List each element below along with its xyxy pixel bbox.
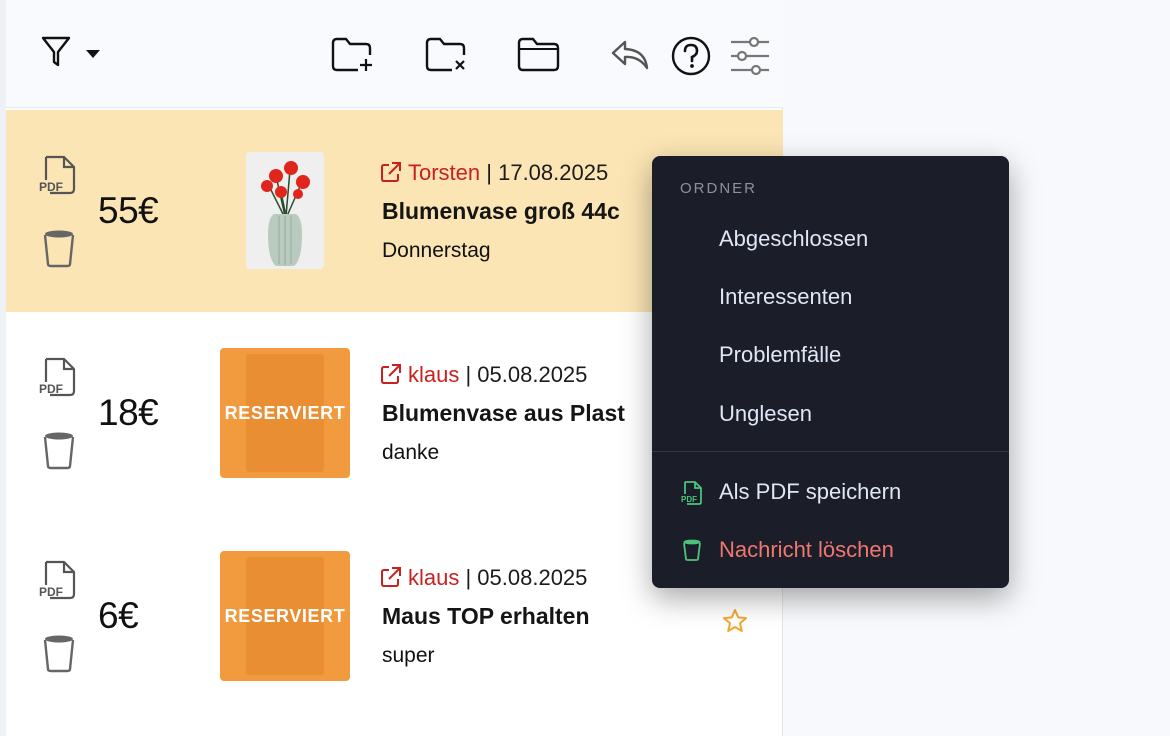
menu-section-header: ORDNER xyxy=(680,180,758,197)
star-icon[interactable] xyxy=(722,608,748,634)
price: 55€ xyxy=(98,190,159,231)
pdf-save-icon-label: PDF xyxy=(681,495,697,504)
folder-add-icon[interactable] xyxy=(330,35,376,73)
folder-context-menu: ORDNER Abgeschlossen Interessenten Probl… xyxy=(652,156,1009,588)
menu-item-folder[interactable]: Problemfälle xyxy=(719,342,841,368)
reserved-badge: RESERVIERT xyxy=(224,606,346,626)
sender-link[interactable]: Torsten xyxy=(408,160,480,185)
message-meta: klaus | 05.08.2025 xyxy=(380,565,587,591)
menu-item-folder[interactable]: Unglesen xyxy=(719,401,812,427)
sender-link[interactable]: klaus xyxy=(408,565,459,590)
external-link-icon[interactable] xyxy=(380,566,402,588)
menu-item-folder[interactable]: Abgeschlossen xyxy=(719,226,868,252)
price: 6€ xyxy=(98,595,139,636)
message-date: | 05.08.2025 xyxy=(459,565,588,590)
pdf-document-label: PDF xyxy=(39,382,63,396)
folder-remove-icon[interactable] xyxy=(424,35,470,73)
message-meta: klaus | 05.08.2025 xyxy=(380,362,587,388)
settings-sliders-icon[interactable] xyxy=(728,36,772,76)
message-meta: Torsten | 17.08.2025 xyxy=(380,160,608,186)
red-flowers-vase-image xyxy=(246,152,324,269)
listing-thumbnail[interactable] xyxy=(246,152,324,269)
help-icon[interactable] xyxy=(670,35,712,77)
filter-icon[interactable] xyxy=(40,35,72,69)
listing-thumbnail[interactable]: RESERVIERT xyxy=(220,551,350,681)
pdf-document-label: PDF xyxy=(39,585,63,599)
delete-message-item[interactable]: Nachricht löschen xyxy=(719,537,894,563)
external-link-icon[interactable] xyxy=(380,363,402,385)
save-as-pdf-item[interactable]: Als PDF speichern xyxy=(719,479,901,505)
listing-title: Blumenvase aus Plast xyxy=(382,400,625,426)
sender-link[interactable]: klaus xyxy=(408,362,459,387)
listing-title: Blumenvase groß 44c xyxy=(382,198,620,224)
message-date: | 17.08.2025 xyxy=(480,160,609,185)
trash-icon[interactable] xyxy=(42,430,76,470)
reply-icon[interactable] xyxy=(609,37,651,73)
folder-icon[interactable] xyxy=(516,35,564,73)
listing-title: Maus TOP erhalten xyxy=(382,603,590,629)
trash-icon[interactable] xyxy=(42,633,76,673)
external-link-icon[interactable] xyxy=(380,161,402,183)
trash-icon[interactable] xyxy=(42,228,76,268)
message-snippet: super xyxy=(382,644,435,667)
pdf-document-label: PDF xyxy=(39,180,63,194)
price: 18€ xyxy=(98,392,159,433)
message-snippet: danke xyxy=(382,441,440,464)
listing-thumbnail[interactable]: RESERVIERT xyxy=(220,348,350,478)
menu-item-folder[interactable]: Interessenten xyxy=(719,284,852,310)
message-snippet: Donnerstag xyxy=(382,239,491,262)
toolbar xyxy=(6,0,783,108)
trash-icon xyxy=(683,539,701,561)
menu-divider xyxy=(652,451,1009,452)
reserved-badge: RESERVIERT xyxy=(224,403,346,423)
chevron-down-icon[interactable] xyxy=(85,49,101,59)
message-date: | 05.08.2025 xyxy=(459,362,588,387)
